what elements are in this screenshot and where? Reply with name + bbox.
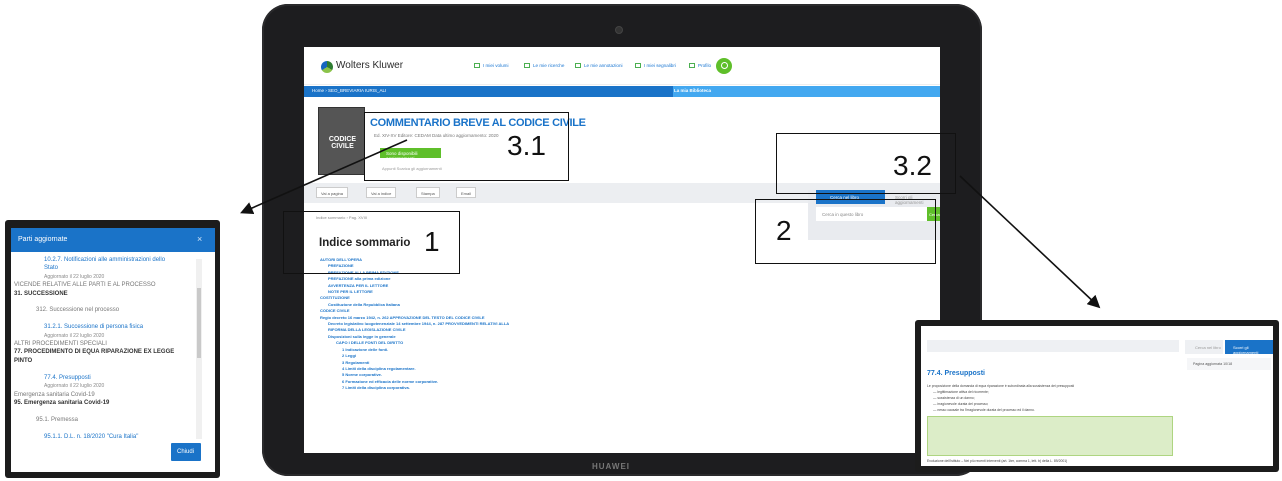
updated-part-item: ALTRI PROCEDIMENTI SPECIALI [14,341,107,348]
updated-part-item: Emergenza sanitaria Covid-19 [14,391,95,398]
updated-part-item[interactable]: 31.2.1. Successione di persona fisica [14,323,200,331]
arrow-to-right-popup [959,175,1101,309]
updated-parts-list: 10.2.7. Notificazioni alle amministrazio… [14,256,200,441]
body-line: — sussistenza di un danno; [933,396,975,400]
zoom-tab-updates[interactable]: Scorri gli aggiornamenti [1225,340,1273,355]
updated-part-item: 31. SUCCESSIONE [14,290,68,297]
body-line: — legittimazione attiva del ricorrente; [933,390,989,394]
body-line: Evoluzione dell'istituto – Nei più recen… [927,459,1068,463]
arrow-to-left-popup [240,139,408,215]
updated-part-item[interactable]: 77.4. Presupposti [14,374,200,382]
highlighted-update [927,416,1173,456]
scrollbar-thumb[interactable] [197,288,201,358]
updated-part-item [14,365,200,373]
updated-part-item: Aggiornato il 22 luglio 2020 [44,383,105,390]
updated-part-item: 95.1. Premessa [36,416,79,423]
updated-part-item[interactable]: Stato [14,264,200,272]
updates-detail-view: Cerca nel libro Scorri gli aggiornamenti… [921,326,1273,466]
close-icon[interactable]: × [197,234,202,244]
updated-parts-popup: Parti aggiornate × 10.2.7. Notificazioni… [11,228,215,472]
updated-part-item: Aggiornato il 22 luglio 2020 [44,332,105,339]
updated-part-item: 95. Emergenza sanitaria Covid-19 [14,399,110,406]
section-heading: 77.4. Presupposti [927,370,985,377]
zoom-toolbar [927,340,1179,352]
body-line: — nesso causale tra l'irragionevole dura… [933,408,1035,412]
popup-title: Parti aggiornate [11,228,215,252]
close-button[interactable]: Chiudi [171,443,201,461]
updated-part-item: VICENDE RELATIVE ALLE PARTI E AL PROCESS… [14,282,156,289]
updated-part-item [14,424,200,432]
updated-part-item: Aggiornato il 22 luglio 2020 [44,273,105,280]
updated-part-item[interactable]: 95.1.1. D.L. n. 18/2020 "Cura Italia" [14,433,200,441]
updated-part-item[interactable]: 10.2.7. Notificazioni alle amministrazio… [14,256,200,264]
body-line: — irragionevole durata del processo; [933,402,989,406]
updated-part-item [14,315,200,323]
zoom-tab-search[interactable]: Cerca nel libro [1185,340,1223,354]
updated-part-item: 77. PROCEDIMENTO DI EQUA RIPARAZIONE EX … [14,349,175,356]
updated-part-item [14,298,200,306]
updated-part-item: PINTO [14,357,33,364]
body-line: Le proposizione della domanda di equa ri… [927,384,1075,388]
updated-part-item: 312. Successione nel processo [36,307,120,314]
updated-part-item [14,407,200,415]
updated-page-row[interactable]: Pagina aggiornata 10/18 [1187,358,1271,370]
